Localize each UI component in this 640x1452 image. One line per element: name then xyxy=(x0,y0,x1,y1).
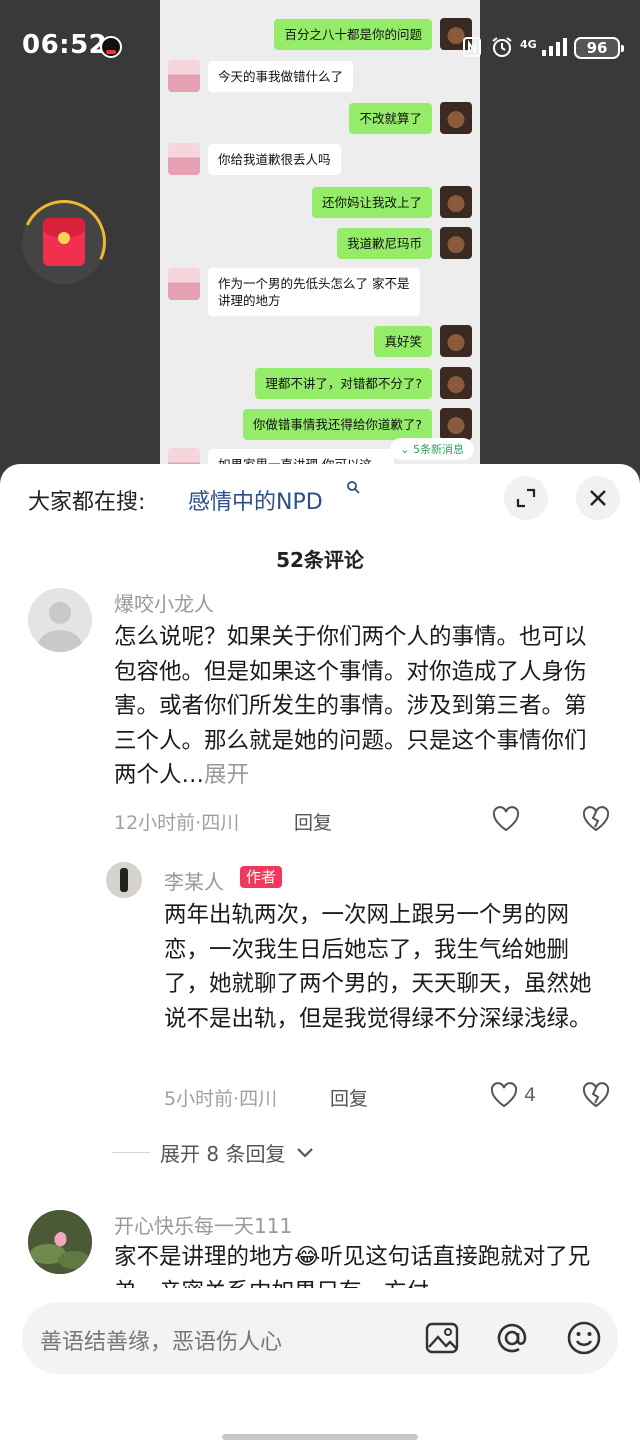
expand-icon xyxy=(516,488,536,508)
chat-bubble: 理都不讲了，对错都不分了? xyxy=(255,367,432,399)
author-badge: 作者 xyxy=(240,866,283,888)
chat-bubble: 你做错事情我还得给你道歉了? xyxy=(242,408,432,440)
comment-text[interactable]: 家不是讲理的地方😂听见这句话直接跑就对了兄弟，亲密关系中如果只有一方付... xyxy=(114,1240,604,1288)
close-button[interactable] xyxy=(576,476,620,520)
emoji-button[interactable] xyxy=(564,1318,604,1358)
qq-notification-icon xyxy=(100,36,122,58)
chat-message: 还你妈让我改上了 xyxy=(311,186,472,218)
author-avatar[interactable] xyxy=(106,862,142,898)
chat-message: 你给我道歉很丢人吗 xyxy=(168,143,341,175)
image-button[interactable] xyxy=(422,1318,462,1358)
image-icon xyxy=(425,1322,459,1354)
chat-bubble: 你给我道歉很丢人吗 xyxy=(208,143,341,175)
red-envelope-button[interactable] xyxy=(10,188,118,296)
chat-avatar xyxy=(440,367,472,399)
avatar[interactable] xyxy=(28,588,92,652)
new-messages-pill: ⌄ 5条新消息 xyxy=(390,438,474,460)
comment-username[interactable]: 开心快乐每一天111 xyxy=(114,1210,292,1239)
expand-panel-button[interactable] xyxy=(504,476,548,520)
heart-icon xyxy=(492,806,520,832)
network-type: 4G xyxy=(520,38,537,51)
dislike-button[interactable] xyxy=(582,806,610,832)
broken-heart-icon xyxy=(582,806,610,832)
heart-icon xyxy=(490,1082,518,1108)
chat-avatar xyxy=(440,102,472,134)
chevron-down-icon: ⌄ xyxy=(400,443,410,456)
alarm-icon xyxy=(490,36,514,64)
chat-avatar xyxy=(168,143,200,175)
comment-meta: 5小时前·四川 xyxy=(164,1088,278,1110)
comment-input[interactable]: 善语结善缘，恶语伤人心 xyxy=(22,1302,618,1374)
search-suggestion-row[interactable]: 大家都在搜: 感情中的NPD xyxy=(0,464,640,536)
comment-input-bar: 善语结善缘，恶语伤人心 xyxy=(0,1290,640,1452)
search-label: 大家都在搜: xyxy=(28,490,146,515)
avatar[interactable] xyxy=(28,1210,92,1274)
chat-message: 作为一个男的先低头怎么了 家不是讲理的地方 xyxy=(168,268,420,316)
chat-message: 你做错事情我还得给你道歉了? xyxy=(242,408,472,440)
status-time: 06:52 xyxy=(22,30,108,60)
home-indicator[interactable] xyxy=(222,1434,418,1440)
comment-count: 52条评论 xyxy=(276,548,364,572)
comment-input-placeholder: 善语结善缘，恶语伤人心 xyxy=(40,1330,283,1355)
broken-heart-icon xyxy=(582,1082,610,1108)
expand-comment-link[interactable]: 展开 xyxy=(204,762,249,788)
search-icon xyxy=(346,480,360,498)
comment-username[interactable]: 李某人 xyxy=(164,866,224,895)
reply-button[interactable]: 回复 xyxy=(330,1084,368,1111)
search-term-link[interactable]: 感情中的NPD xyxy=(188,484,323,516)
chat-message: 不改就算了 xyxy=(349,102,472,134)
at-icon xyxy=(497,1323,527,1353)
battery-indicator: 96 xyxy=(574,37,624,59)
video-player[interactable]: 百分之八十都是你的问题 今天的事我做错什么了 不改就算了 你给我道歉很丢人吗 还… xyxy=(0,0,640,470)
chat-avatar xyxy=(440,186,472,218)
chat-bubble: 真好笑 xyxy=(374,325,432,357)
comment-text[interactable]: 怎么说呢？如果关于你们两个人的事情。也可以包容他。但是如果这个事情。对你造成了人… xyxy=(114,620,604,793)
chat-bubble: 我道歉尼玛币 xyxy=(336,227,432,259)
expand-replies-button[interactable]: 展开 8 条回复 xyxy=(112,1138,315,1167)
emoji-icon xyxy=(567,1321,601,1355)
chevron-down-icon xyxy=(297,1147,314,1158)
chat-message: 真好笑 xyxy=(374,325,472,357)
chat-message: 我道歉尼玛币 xyxy=(336,227,472,259)
comment-meta: 12小时前·四川 xyxy=(114,812,240,834)
comment-username[interactable]: 爆咬小龙人 xyxy=(114,588,214,617)
like-button[interactable]: 4 xyxy=(490,1082,536,1108)
signal-icon xyxy=(540,36,568,64)
chat-avatar xyxy=(440,325,472,357)
close-icon xyxy=(590,490,606,506)
comment-panel: 大家都在搜: 感情中的NPD 52条评论 爆咬小龙人 怎么说呢？如果关于你们两个… xyxy=(0,464,640,1452)
chat-avatar xyxy=(440,227,472,259)
mention-button[interactable] xyxy=(492,1318,532,1358)
status-bar: 06:52 4G 96 xyxy=(0,0,640,90)
like-button[interactable] xyxy=(492,806,520,832)
chat-bubble: 不改就算了 xyxy=(349,102,432,134)
chat-avatar xyxy=(440,408,472,440)
chat-message: 理都不讲了，对错都不分了? xyxy=(255,367,472,399)
red-envelope-icon xyxy=(43,218,85,266)
chat-bubble: 还你妈让我改上了 xyxy=(311,186,432,218)
chat-avatar xyxy=(168,268,200,300)
nfc-icon xyxy=(462,36,482,64)
like-count: 4 xyxy=(524,1084,537,1106)
dislike-button[interactable] xyxy=(582,1082,610,1108)
comment-text[interactable]: 两年出轨两次，一次网上跟另一个男的网恋，一次我生日后她忘了，我生气给她删了，她就… xyxy=(164,898,594,1036)
divider xyxy=(112,1152,150,1153)
reply-button[interactable]: 回复 xyxy=(294,808,332,835)
chat-bubble: 作为一个男的先低头怎么了 家不是讲理的地方 xyxy=(208,268,420,316)
